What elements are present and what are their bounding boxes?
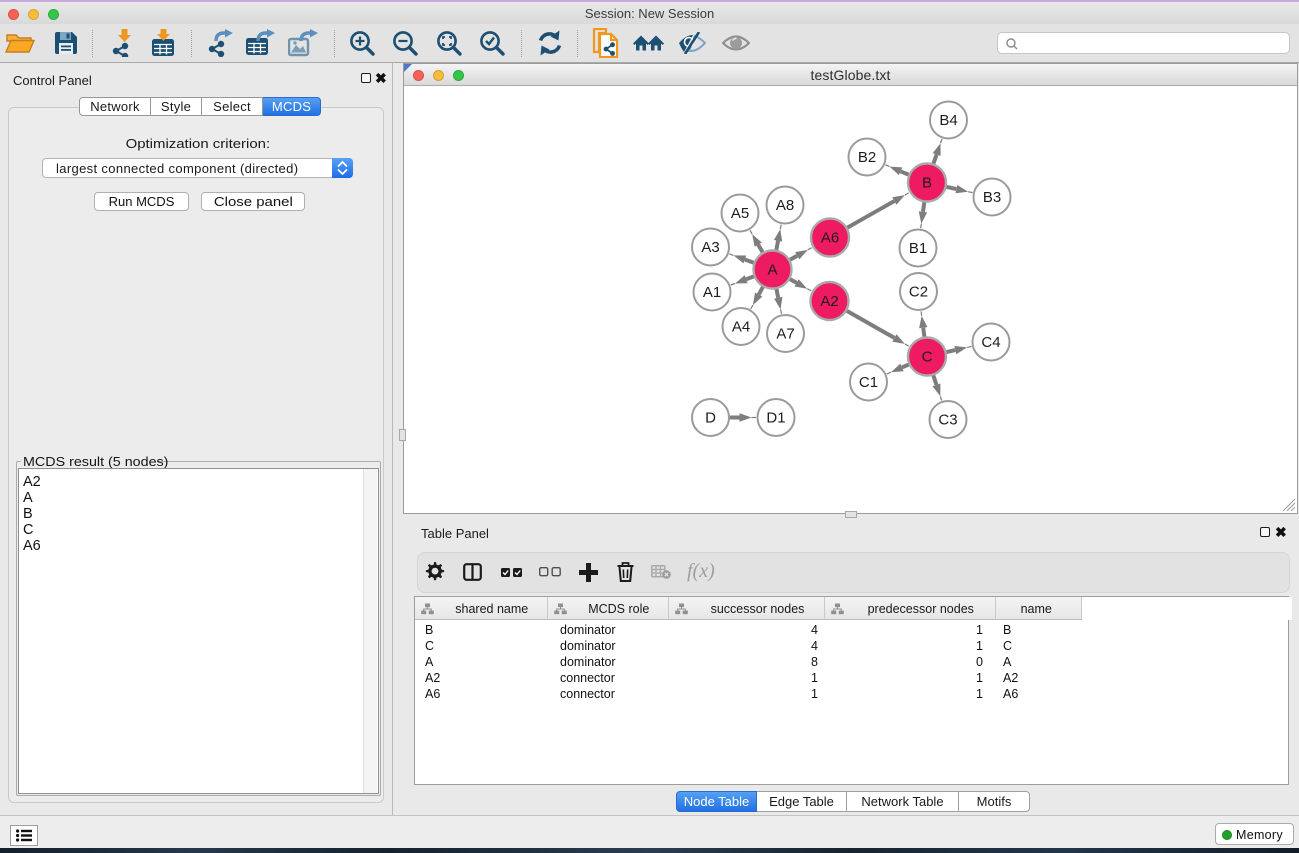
svg-text:B3: B3 xyxy=(983,189,1001,206)
svg-text:A1: A1 xyxy=(703,284,721,301)
svg-text:B1: B1 xyxy=(909,240,927,257)
svg-text:C1: C1 xyxy=(859,374,878,391)
svg-text:A: A xyxy=(767,262,777,279)
svg-text:A8: A8 xyxy=(776,197,794,214)
svg-text:A4: A4 xyxy=(732,319,750,336)
svg-text:B2: B2 xyxy=(858,149,876,166)
svg-text:D: D xyxy=(705,410,716,427)
svg-text:C: C xyxy=(922,349,933,366)
svg-text:A5: A5 xyxy=(731,205,749,222)
svg-text:B: B xyxy=(922,175,932,192)
svg-text:A7: A7 xyxy=(776,326,794,343)
svg-text:B4: B4 xyxy=(939,112,957,129)
svg-text:C2: C2 xyxy=(909,284,928,301)
svg-text:A2: A2 xyxy=(820,293,838,310)
svg-text:D1: D1 xyxy=(766,410,785,427)
svg-text:A3: A3 xyxy=(701,239,719,256)
svg-text:A6: A6 xyxy=(821,230,839,247)
svg-text:C3: C3 xyxy=(938,412,957,429)
svg-text:C4: C4 xyxy=(981,334,1000,351)
